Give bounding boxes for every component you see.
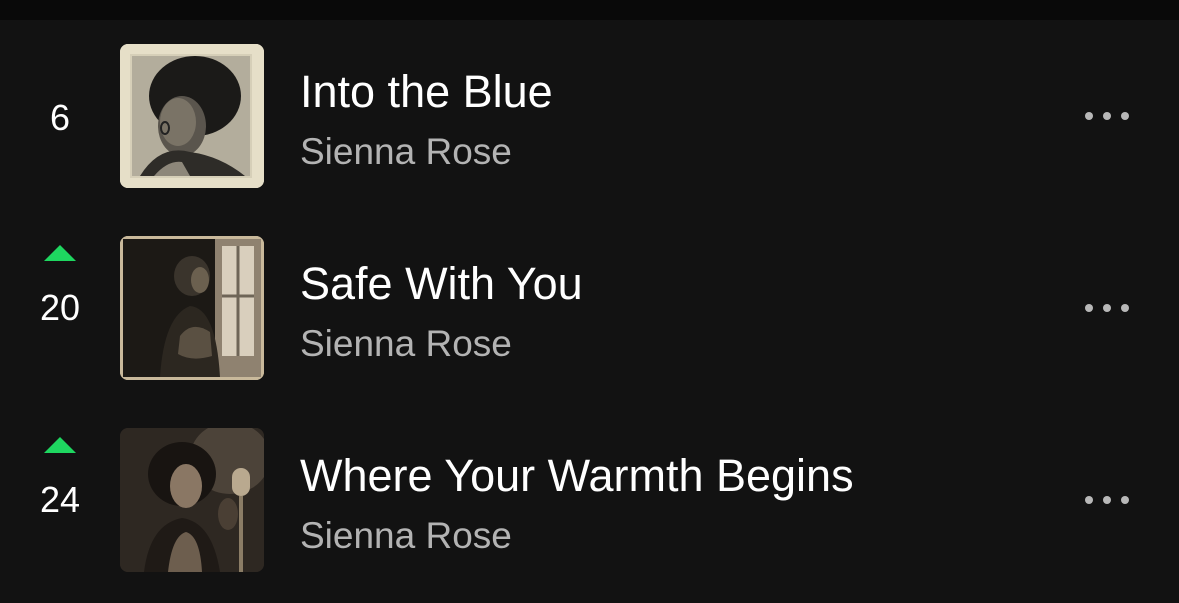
track-artist[interactable]: Sienna Rose (300, 322, 512, 366)
track-row[interactable]: 6 Into the Blue Sienna Rose (0, 44, 1179, 204)
trend-up-icon (44, 245, 76, 261)
more-dot-icon (1085, 112, 1093, 120)
trend-up-icon (44, 437, 76, 453)
track-title[interactable]: Safe With You (300, 258, 583, 310)
rank-column: 24 (10, 428, 110, 588)
more-dot-icon (1085, 496, 1093, 504)
track-title[interactable]: Into the Blue (300, 66, 553, 118)
chart-rank: 6 (49, 97, 71, 138)
chart-rank: 20 (39, 287, 81, 328)
album-cover[interactable] (120, 236, 264, 380)
more-dot-icon (1103, 304, 1111, 312)
chart-rank: 24 (39, 479, 81, 520)
rank-column: 20 (10, 236, 110, 396)
track-title[interactable]: Where Your Warmth Begins (300, 450, 854, 502)
more-options-button[interactable] (1072, 292, 1142, 324)
status-bar-strip (0, 0, 1179, 20)
more-dot-icon (1121, 496, 1129, 504)
more-options-button[interactable] (1072, 100, 1142, 132)
track-row[interactable]: 20 Safe With You Sienna Rose (0, 236, 1179, 396)
track-artist[interactable]: Sienna Rose (300, 130, 512, 174)
more-dot-icon (1121, 112, 1129, 120)
more-dot-icon (1121, 304, 1129, 312)
album-cover-woman-microphone-image (120, 428, 264, 572)
album-cover-woman-window-image (120, 236, 264, 380)
album-cover[interactable] (120, 44, 264, 188)
more-dot-icon (1103, 496, 1111, 504)
album-cover-woman-portrait-image (120, 44, 264, 188)
more-dot-icon (1085, 304, 1093, 312)
rank-column: 6 (10, 44, 110, 204)
track-row[interactable]: 24 Where Your Warmth Begins Sienna Rose (0, 428, 1179, 588)
more-options-button[interactable] (1072, 484, 1142, 516)
track-artist[interactable]: Sienna Rose (300, 514, 512, 558)
more-dot-icon (1103, 112, 1111, 120)
album-cover[interactable] (120, 428, 264, 572)
